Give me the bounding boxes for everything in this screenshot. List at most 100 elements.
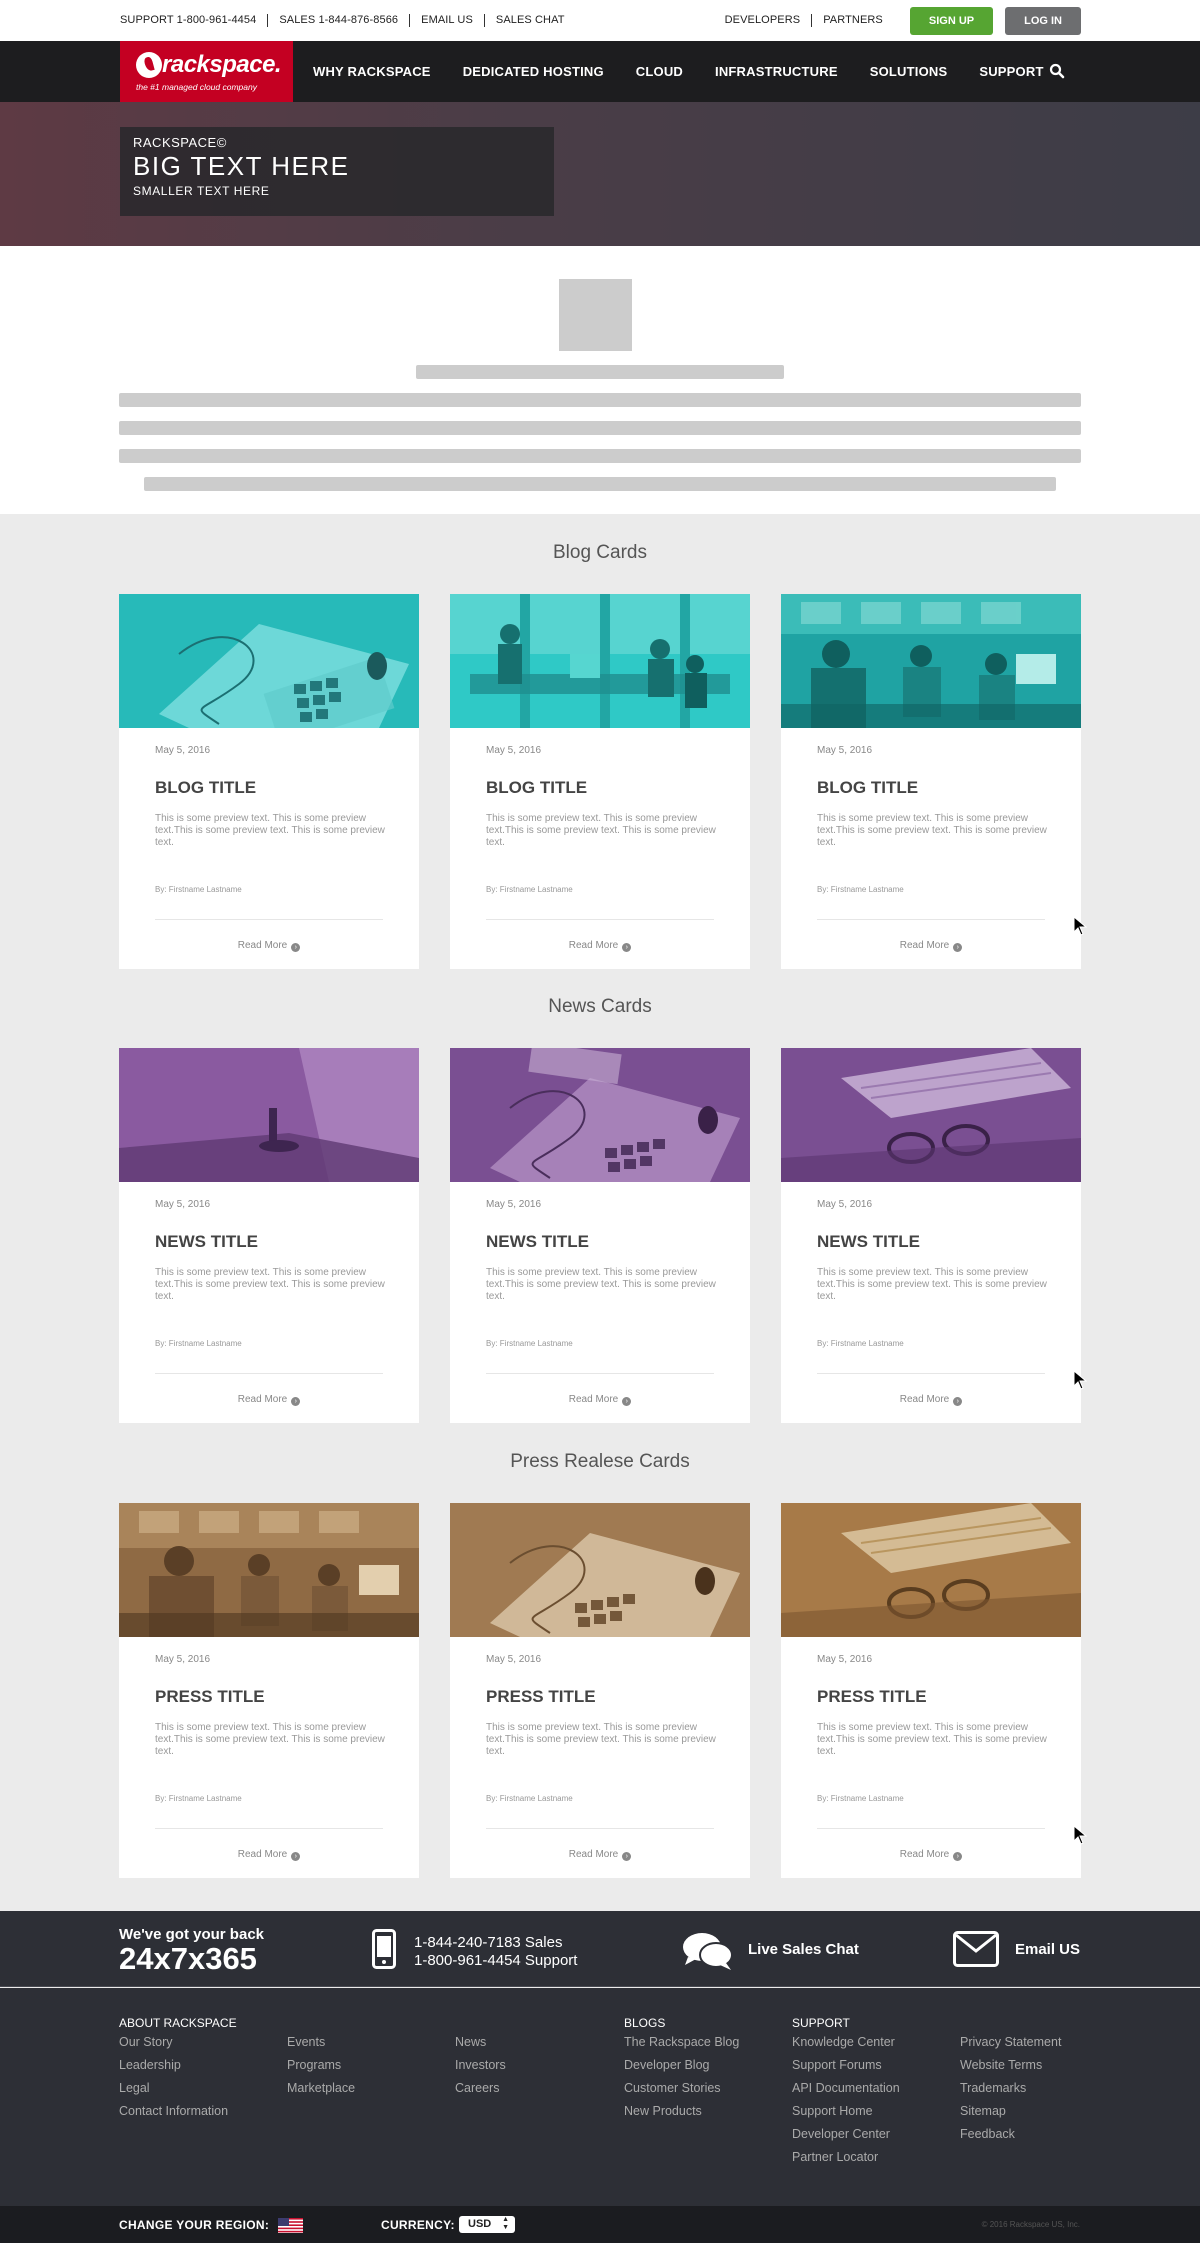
footer-link[interactable]: Support Forums bbox=[792, 2054, 900, 2077]
card-preview-text: This is some preview text. This is some … bbox=[486, 813, 716, 848]
card-title[interactable]: PRESS TITLE bbox=[155, 1687, 265, 1707]
footer-col-blogs: BLOGS The Rackspace Blog Developer Blog … bbox=[624, 2015, 739, 2123]
sales-chat-link[interactable]: SALES CHAT bbox=[483, 14, 576, 27]
nav-item-cloud[interactable]: CLOUD bbox=[620, 64, 699, 79]
card-author: By: Firstname Lastname bbox=[155, 885, 242, 894]
footer-link[interactable]: Legal bbox=[119, 2077, 237, 2100]
read-more-label: Read More bbox=[237, 940, 288, 951]
log-in-button[interactable]: LOG IN bbox=[1005, 6, 1081, 35]
us-flag-icon[interactable] bbox=[278, 2218, 303, 2233]
nav-item-dedicated-hosting[interactable]: DEDICATED HOSTING bbox=[447, 64, 620, 79]
card-title[interactable]: PRESS TITLE bbox=[817, 1687, 927, 1707]
phone-icon bbox=[372, 1929, 396, 1969]
logo-tagline: the #1 managed cloud company bbox=[136, 82, 257, 92]
sign-up-button[interactable]: SIGN UP bbox=[909, 6, 994, 35]
card-divider bbox=[817, 919, 1045, 920]
card-preview-text: This is some preview text. This is some … bbox=[486, 1267, 716, 1302]
footer-link[interactable]: Developer Center bbox=[792, 2123, 900, 2146]
card-title[interactable]: NEWS TITLE bbox=[155, 1232, 258, 1252]
read-more-label: Read More bbox=[237, 1849, 288, 1860]
read-more-link[interactable]: Read More › bbox=[119, 940, 419, 952]
card-title[interactable]: BLOG TITLE bbox=[817, 778, 918, 798]
footer-link[interactable]: Programs bbox=[287, 2054, 355, 2077]
read-more-link[interactable]: Read More › bbox=[781, 1849, 1081, 1861]
email-us-link[interactable]: Email US bbox=[1015, 1941, 1080, 1958]
footer-link[interactable]: Leadership bbox=[119, 2054, 237, 2077]
read-more-link[interactable]: Read More › bbox=[119, 1849, 419, 1861]
footer-link[interactable]: Marketplace bbox=[287, 2077, 355, 2100]
footer-link[interactable]: Support Home bbox=[792, 2100, 900, 2123]
footer-link[interactable]: API Documentation bbox=[792, 2077, 900, 2100]
footer-link[interactable]: Website Terms bbox=[960, 2054, 1061, 2077]
partners-link[interactable]: PARTNERS bbox=[811, 14, 894, 27]
footer-heading: BLOGS bbox=[624, 2016, 666, 2030]
utility-right-links: DEVELOPERS PARTNERS SIGN UP LOG IN bbox=[724, 6, 1081, 35]
news-card[interactable]: May 5, 2016 NEWS TITLE This is some prev… bbox=[450, 1048, 750, 1423]
support-hours: 24x7x365 bbox=[119, 1941, 257, 1976]
footer-link[interactable]: Developer Blog bbox=[624, 2054, 739, 2077]
blog-card[interactable]: May 5, 2016 BLOG TITLE This is some prev… bbox=[781, 594, 1081, 969]
footer-link[interactable]: Sitemap bbox=[960, 2100, 1061, 2123]
card-image bbox=[781, 1048, 1081, 1182]
email-us-link[interactable]: EMAIL US bbox=[409, 14, 484, 27]
phone-numbers[interactable]: 1-844-240-7183 Sales 1-800-961-4454 Supp… bbox=[414, 1934, 577, 1970]
card-title[interactable]: BLOG TITLE bbox=[155, 778, 256, 798]
card-author: By: Firstname Lastname bbox=[486, 885, 573, 894]
card-title[interactable]: NEWS TITLE bbox=[817, 1232, 920, 1252]
card-divider bbox=[155, 919, 383, 920]
footer-link[interactable]: Feedback bbox=[960, 2123, 1061, 2146]
card-preview-text: This is some preview text. This is some … bbox=[817, 813, 1047, 848]
card-title[interactable]: PRESS TITLE bbox=[486, 1687, 596, 1707]
footer-link[interactable]: Careers bbox=[455, 2077, 506, 2100]
sales-phone-link[interactable]: SALES 1-844-876-8566 bbox=[267, 14, 409, 27]
read-more-label: Read More bbox=[568, 1394, 619, 1405]
footer-link[interactable]: Knowledge Center bbox=[792, 2031, 900, 2054]
footer-link[interactable]: New Products bbox=[624, 2100, 739, 2123]
read-more-link[interactable]: Read More › bbox=[450, 1394, 750, 1406]
blog-card[interactable]: May 5, 2016 BLOG TITLE This is some prev… bbox=[119, 594, 419, 969]
read-more-link[interactable]: Read More › bbox=[450, 940, 750, 952]
blog-card[interactable]: May 5, 2016 BLOG TITLE This is some prev… bbox=[450, 594, 750, 969]
search-icon[interactable] bbox=[1049, 63, 1065, 79]
nav-item-solutions[interactable]: SOLUTIONS bbox=[854, 64, 964, 79]
read-more-link[interactable]: Read More › bbox=[781, 1394, 1081, 1406]
press-card[interactable]: May 5, 2016 PRESS TITLE This is some pre… bbox=[781, 1503, 1081, 1878]
developers-link[interactable]: DEVELOPERS bbox=[724, 14, 812, 27]
chevron-right-icon: › bbox=[953, 1852, 963, 1861]
card-date: May 5, 2016 bbox=[155, 1199, 211, 1210]
card-title[interactable]: NEWS TITLE bbox=[486, 1232, 589, 1252]
chevron-right-icon: › bbox=[291, 1397, 301, 1406]
live-sales-chat-link[interactable]: Live Sales Chat bbox=[748, 1941, 859, 1958]
news-card[interactable]: May 5, 2016 NEWS TITLE This is some prev… bbox=[119, 1048, 419, 1423]
footer-link[interactable]: Events bbox=[287, 2031, 355, 2054]
footer-link[interactable]: Investors bbox=[455, 2054, 506, 2077]
footer-link[interactable]: News bbox=[455, 2031, 506, 2054]
card-title[interactable]: BLOG TITLE bbox=[486, 778, 587, 798]
footer-link[interactable]: Contact Information bbox=[119, 2100, 237, 2123]
section-title: Blog Cards bbox=[553, 542, 647, 563]
contact-strip: We've got your back 24x7x365 1-844-240-7… bbox=[0, 1911, 1200, 1987]
currency-select[interactable]: USD ▲ ▼ bbox=[459, 2216, 515, 2233]
support-phone-link[interactable]: SUPPORT 1-800-961-4454 bbox=[119, 14, 267, 27]
press-card[interactable]: May 5, 2016 PRESS TITLE This is some pre… bbox=[119, 1503, 419, 1878]
read-more-link[interactable]: Read More › bbox=[119, 1394, 419, 1406]
rackspace-logo[interactable]: rackspace. the #1 managed cloud company bbox=[120, 41, 293, 102]
nav-item-infrastructure[interactable]: INFRASTRUCTURE bbox=[699, 64, 854, 79]
footer-col-about-3: News Investors Careers bbox=[455, 2015, 506, 2100]
support-phone[interactable]: 1-800-961-4454 Support bbox=[414, 1952, 577, 1970]
footer-link[interactable]: Trademarks bbox=[960, 2077, 1061, 2100]
news-card[interactable]: May 5, 2016 NEWS TITLE This is some prev… bbox=[781, 1048, 1081, 1423]
nav-item-support[interactable]: SUPPORT bbox=[963, 64, 1059, 79]
read-more-link[interactable]: Read More › bbox=[450, 1849, 750, 1861]
read-more-link[interactable]: Read More › bbox=[781, 940, 1081, 952]
sales-phone[interactable]: 1-844-240-7183 Sales bbox=[414, 1934, 577, 1952]
rackspace-flame-icon bbox=[136, 52, 162, 78]
footer-link[interactable]: The Rackspace Blog bbox=[624, 2031, 739, 2054]
footer-link[interactable]: Our Story bbox=[119, 2031, 237, 2054]
press-card[interactable]: May 5, 2016 PRESS TITLE This is some pre… bbox=[450, 1503, 750, 1878]
footer-link[interactable]: Partner Locator bbox=[792, 2146, 900, 2169]
footer-link[interactable]: Customer Stories bbox=[624, 2077, 739, 2100]
nav-item-why-rackspace[interactable]: WHY RACKSPACE bbox=[297, 64, 447, 79]
footer-link[interactable]: Privacy Statement bbox=[960, 2031, 1061, 2054]
card-author: By: Firstname Lastname bbox=[817, 885, 904, 894]
